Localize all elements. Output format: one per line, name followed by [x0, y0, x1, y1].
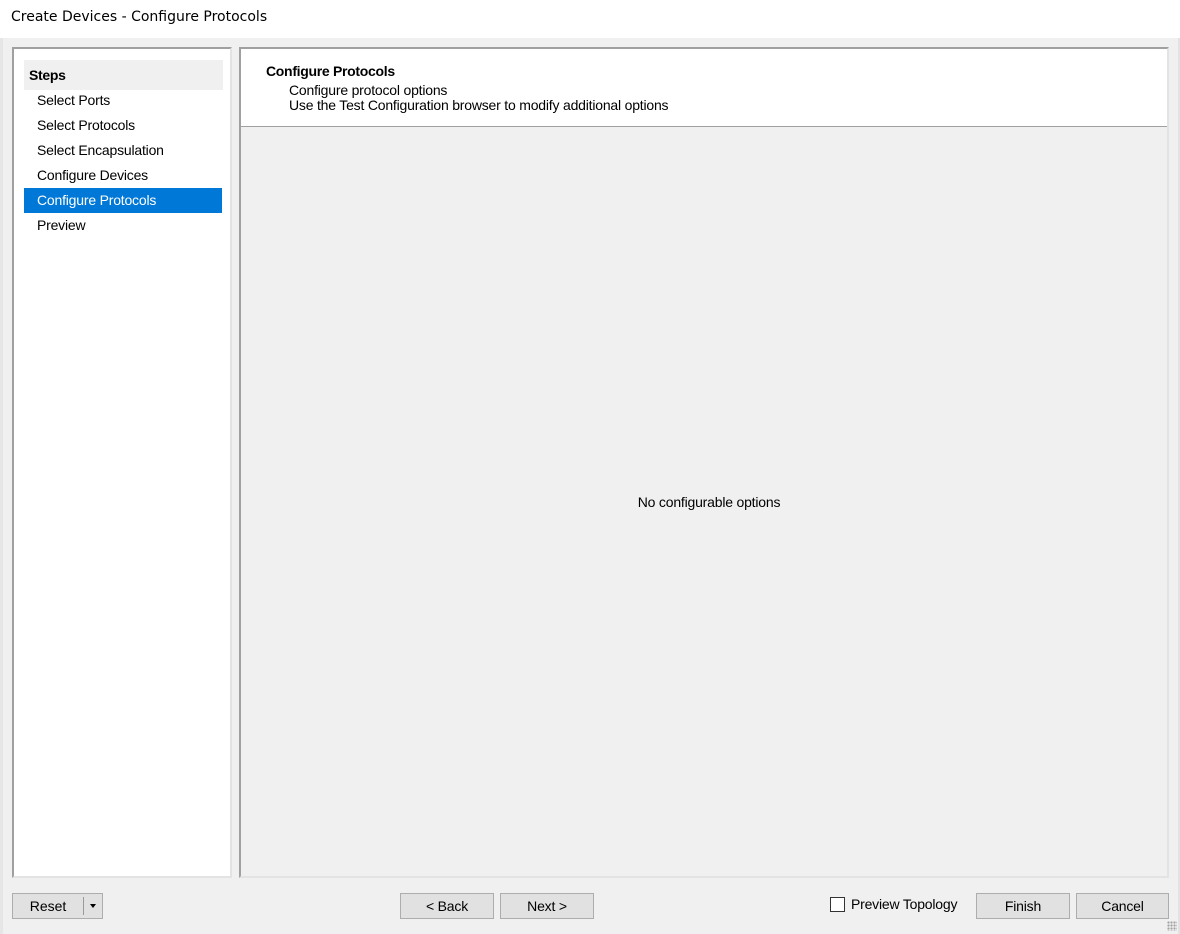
page-title: Configure Protocols — [266, 63, 395, 79]
preview-topology-label[interactable]: Preview Topology — [851, 896, 957, 912]
window-title: Create Devices - Configure Protocols — [11, 9, 268, 25]
page-subtitle: Configure protocol options — [289, 82, 448, 98]
reset-split-button: Reset — [12, 893, 103, 919]
step-item-select-ports[interactable]: Select Ports — [24, 88, 222, 113]
cancel-button[interactable]: Cancel — [1076, 893, 1169, 919]
next-button[interactable]: Next > — [500, 893, 594, 919]
step-item-select-protocols[interactable]: Select Protocols — [24, 113, 222, 138]
page-description: Use the Test Configuration browser to mo… — [289, 97, 669, 113]
step-item-label: Preview — [37, 217, 86, 233]
step-item-configure-protocols[interactable]: Configure Protocols — [24, 188, 222, 213]
step-item-label: Configure Protocols — [37, 192, 157, 208]
window-left-edge — [0, 38, 3, 934]
step-item-label: Select Ports — [37, 92, 111, 108]
back-button[interactable]: < Back — [400, 893, 494, 919]
title-bar: Create Devices - Configure Protocols — [0, 0, 1180, 38]
content-header: Configure Protocols Configure protocol o… — [241, 49, 1167, 127]
step-item-label: Select Encapsulation — [37, 142, 164, 158]
chevron-down-icon[interactable] — [84, 894, 103, 918]
preview-topology-checkbox[interactable] — [830, 897, 845, 912]
resize-grip[interactable] — [1167, 921, 1177, 931]
step-item-label: Select Protocols — [37, 117, 135, 133]
steps-header: Steps — [24, 60, 223, 90]
step-item-preview[interactable]: Preview — [24, 213, 222, 238]
finish-button[interactable]: Finish — [976, 893, 1070, 919]
step-item-configure-devices[interactable]: Configure Devices — [24, 163, 222, 188]
empty-message: No configurable options — [637, 494, 781, 510]
reset-button[interactable]: Reset — [13, 894, 83, 918]
step-item-select-encapsulation[interactable]: Select Encapsulation — [24, 138, 222, 163]
step-item-label: Configure Devices — [37, 167, 148, 183]
steps-panel: Steps Select Ports Select Protocols Sele… — [12, 47, 232, 878]
content-panel: Configure Protocols Configure protocol o… — [239, 47, 1169, 878]
